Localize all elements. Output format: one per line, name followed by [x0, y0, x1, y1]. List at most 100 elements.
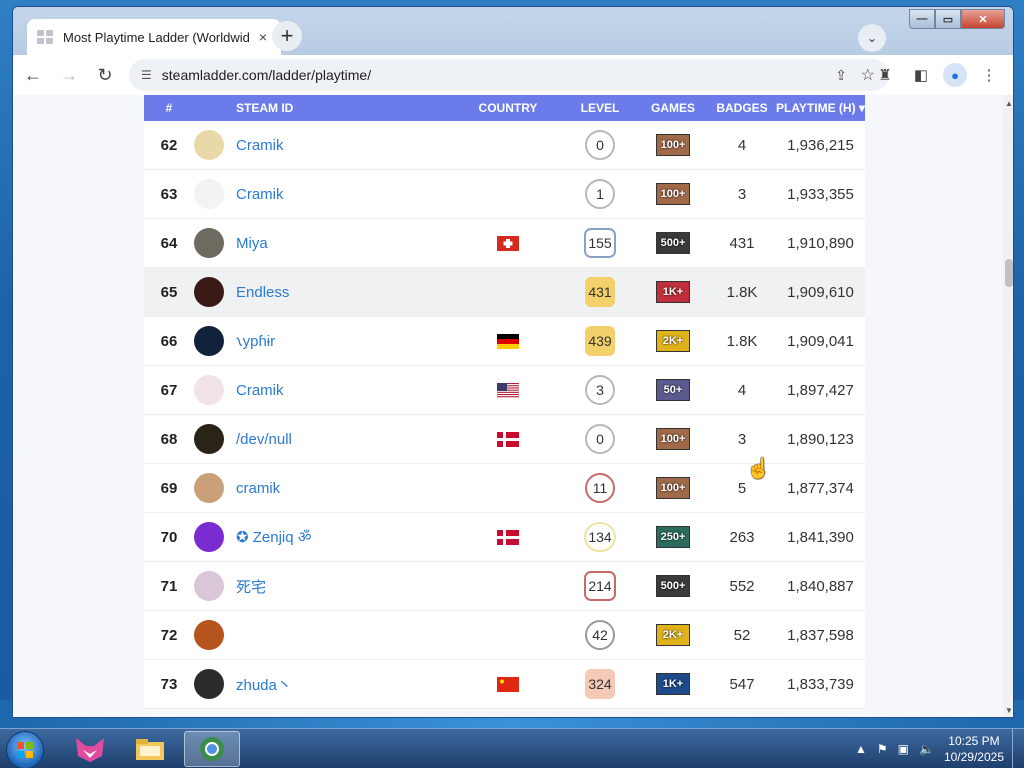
row-games: 500+ — [638, 232, 708, 254]
table-row[interactable]: 62 Cramik 0 100+ 4 1,936,215 — [144, 121, 865, 170]
avatar[interactable] — [194, 473, 224, 503]
row-steam-id: ✪ Zenjiq ॐ — [194, 522, 454, 552]
taskbar-explorer-icon[interactable] — [122, 731, 178, 767]
avatar[interactable] — [194, 130, 224, 160]
row-playtime: 1,909,041 — [787, 332, 854, 350]
player-name-link[interactable]: 死宅 — [236, 576, 266, 597]
table-header: # STEAM ID COUNTRY LEVEL GAMES BADGES PL… — [144, 95, 865, 121]
level-badge: 155 — [584, 228, 616, 258]
level-badge: 134 — [584, 522, 616, 552]
avatar[interactable] — [194, 571, 224, 601]
header-playtime[interactable]: PLAYTIME (H) ▾ — [776, 101, 865, 115]
header-country[interactable]: COUNTRY — [454, 101, 562, 115]
forward-button[interactable]: → — [53, 59, 85, 91]
avatar[interactable] — [194, 179, 224, 209]
row-badges: 5 — [737, 479, 747, 497]
row-rank: 62 — [160, 136, 178, 154]
maximize-button[interactable]: ▭ — [935, 9, 961, 29]
header-level[interactable]: LEVEL — [562, 101, 638, 115]
row-steam-id: Cramik — [194, 130, 454, 160]
minimize-button[interactable]: — — [909, 9, 935, 29]
player-name-link[interactable]: Cramik — [236, 186, 284, 203]
avatar[interactable] — [194, 326, 224, 356]
row-level: 1 — [562, 179, 638, 209]
scroll-down-icon[interactable]: ▼ — [1005, 706, 1013, 715]
share-icon[interactable]: ⇪ — [835, 67, 847, 84]
header-rank[interactable]: # — [144, 101, 194, 115]
avatar[interactable] — [194, 277, 224, 307]
avatar[interactable] — [194, 375, 224, 405]
row-level: 0 — [562, 424, 638, 454]
tab-search-button[interactable]: ⌄ — [858, 24, 886, 52]
show-hidden-icons-icon[interactable]: ▲ — [855, 742, 867, 756]
table-row[interactable]: 67 Cramik 3 50+ 4 1,897,427 — [144, 366, 865, 415]
site-info-icon[interactable]: ☰ — [141, 68, 152, 82]
row-steam-id: cramik — [194, 473, 454, 503]
player-name-link[interactable]: 𐑯ypɦɨr — [236, 331, 275, 351]
url-text: steamladder.com/ladder/playtime/ — [161, 67, 372, 83]
page-scrollbar[interactable]: ▲ ▼ — [1003, 95, 1013, 717]
games-count-badge: 1K+ — [656, 281, 690, 303]
flag-dk-icon — [497, 432, 519, 448]
table-row[interactable]: 73 zhuda丶 324 1K+ 547 1,833,739 — [144, 660, 865, 709]
games-count-badge: 500+ — [656, 575, 690, 597]
clock-date: 10/29/2025 — [943, 750, 1004, 764]
table-row[interactable]: 63 Cramik 1 100+ 3 1,933,355 — [144, 170, 865, 219]
table-row[interactable]: 64 Miya 155 500+ 431 1,910,890 — [144, 219, 865, 268]
table-row[interactable]: 65 Endless 431 1K+ 1.8K 1,909,610 — [144, 268, 865, 317]
level-badge: 0 — [585, 424, 615, 454]
avatar[interactable] — [194, 424, 224, 454]
extensions-icon[interactable]: ♜ — [871, 59, 899, 91]
avatar[interactable] — [194, 620, 224, 650]
avatar[interactable] — [194, 522, 224, 552]
reload-button[interactable]: ↻ — [89, 59, 121, 91]
profile-avatar-icon[interactable]: ● — [943, 63, 967, 87]
scrollbar-thumb[interactable] — [1005, 259, 1013, 287]
player-name-link[interactable]: Endless — [236, 284, 289, 301]
row-rank: 64 — [160, 234, 178, 252]
new-tab-button[interactable]: + — [272, 21, 302, 51]
avatar[interactable] — [194, 669, 224, 699]
taskbar-app-fox-icon[interactable] — [62, 731, 118, 767]
row-level: 3 — [562, 375, 638, 405]
taskbar-browser-icon[interactable] — [184, 731, 240, 767]
system-clock[interactable]: 10:25 PM 10/29/2025 — [944, 733, 1004, 765]
tab-close-icon[interactable]: × — [255, 29, 271, 45]
table-body: 62 Cramik 0 100+ 4 1,936,215 63 Cramik 1 100+ 3 1,9… — [144, 121, 865, 709]
menu-kebab-icon[interactable]: ⋮ — [975, 59, 1003, 91]
table-row[interactable]: 71 死宅 214 500+ 552 1,840,887 — [144, 562, 865, 611]
scroll-up-icon[interactable]: ▲ — [1005, 99, 1013, 108]
row-rank: 70 — [160, 528, 178, 546]
row-level: 439 — [562, 326, 638, 356]
address-bar[interactable]: ☰ steamladder.com/ladder/playtime/ ⇪ ☆ — [129, 59, 889, 91]
row-rank: 71 — [160, 577, 178, 595]
network-icon[interactable]: ▣ — [898, 742, 909, 756]
table-row[interactable]: 72 42 2K+ 52 1,837,598 — [144, 611, 865, 660]
system-tray: ▲ ⚑ ▣ 🔈 10:25 PM 10/29/2025 — [855, 729, 1004, 768]
player-name-link[interactable]: Cramik — [236, 137, 284, 154]
action-center-flag-icon[interactable]: ⚑ — [877, 742, 888, 756]
table-row[interactable]: 70 ✪ Zenjiq ॐ 134 250+ 263 1,841,390 — [144, 513, 865, 562]
back-button[interactable]: ← — [17, 59, 49, 91]
start-button[interactable] — [6, 731, 44, 768]
player-name-link[interactable]: ✪ Zenjiq ॐ — [236, 527, 311, 547]
show-desktop-button[interactable] — [1012, 729, 1024, 768]
header-badges[interactable]: BADGES — [708, 101, 776, 115]
row-country — [454, 333, 562, 350]
row-steam-id: zhuda丶 — [194, 669, 454, 699]
header-games[interactable]: GAMES — [638, 101, 708, 115]
header-steam-id[interactable]: STEAM ID — [194, 101, 454, 115]
volume-muted-icon[interactable]: 🔈 — [919, 742, 934, 756]
player-name-link[interactable]: /dev/null — [236, 431, 292, 448]
player-name-link[interactable]: zhuda丶 — [236, 674, 292, 695]
player-name-link[interactable]: cramik — [236, 480, 280, 497]
player-name-link[interactable]: Miya — [236, 235, 268, 252]
avatar[interactable] — [194, 228, 224, 258]
player-name-link[interactable]: Cramik — [236, 382, 284, 399]
row-games: 1K+ — [638, 281, 708, 303]
table-row[interactable]: 66 𐑯ypɦɨr 439 2K+ 1.8K 1,909,041 — [144, 317, 865, 366]
row-games: 100+ — [638, 183, 708, 205]
browser-tab[interactable]: Most Playtime Ladder (Worldwid × — [27, 19, 281, 55]
side-panel-icon[interactable]: ◧ — [907, 59, 935, 91]
close-button[interactable]: ✕ — [961, 9, 1005, 29]
